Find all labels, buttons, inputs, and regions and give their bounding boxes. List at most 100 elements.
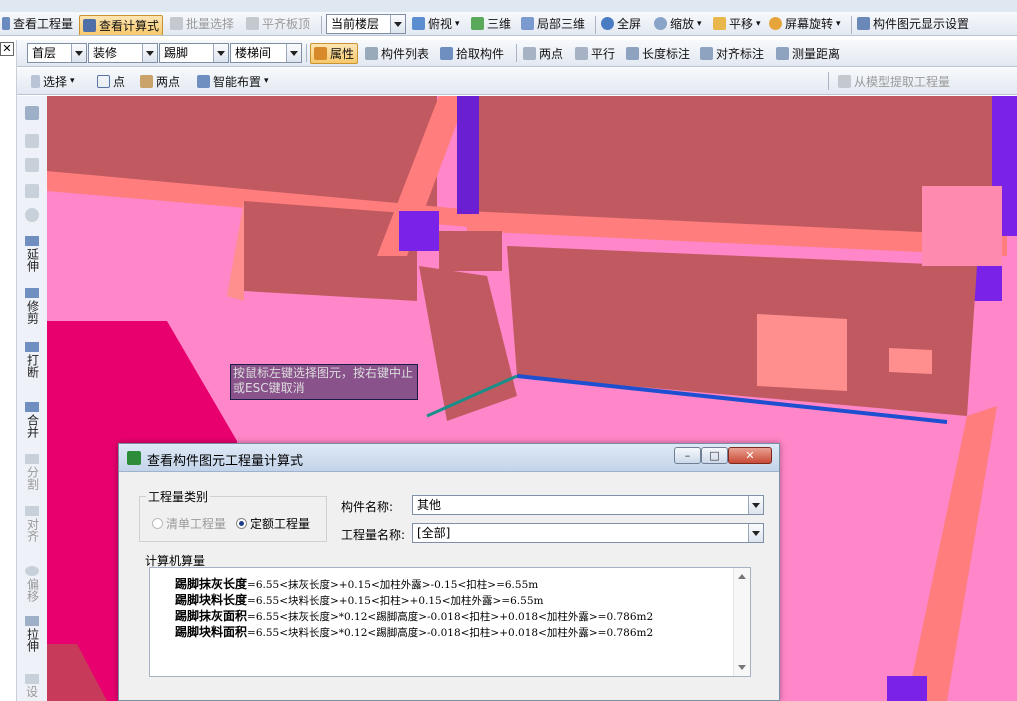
aligned-dim-icon [700,46,713,60]
trim-tool[interactable]: 修剪 [19,288,45,327]
chevron-down-icon: ▾ [455,18,460,29]
separator [828,72,829,90]
radio-bill-quantity[interactable]: 清单工程量 [152,515,226,532]
measure-distance-button[interactable]: 测量距离 [776,40,840,66]
component-name-select[interactable]: 其他 [412,495,764,515]
rotate-button[interactable]: 屏幕旋转 ▾ [769,12,841,35]
scroll-down-icon[interactable] [738,665,746,670]
select-button[interactable]: 选择 ▾ [31,68,75,94]
maximize-button[interactable]: □ [701,447,728,464]
dialog-titlebar[interactable]: 查看构件图元工程量计算式 – □ ✕ [119,444,779,472]
batch-select-icon [170,17,183,30]
merge-tool[interactable]: 合并 [19,402,45,441]
component-name-label: 构件名称: [341,500,394,514]
column-purple-top [457,96,479,214]
quantity-type-group: 工程量类别 清单工程量 定额工程量 [139,488,327,542]
measure-icon [776,46,789,60]
category-select[interactable]: 装修 [88,43,158,63]
vertical-scrollbar[interactable] [733,568,750,676]
quantity-icon [2,17,10,30]
parallel-icon [575,46,588,60]
length-dim-icon [626,46,639,60]
column-purple-mid [399,211,439,251]
status-tooltip: 按鼠标左键选择图元，按右键中止或ESC键取消 [230,364,418,400]
radio-quota-quantity[interactable]: 定额工程量 [236,515,310,532]
separator [306,44,307,62]
align-slab-icon [246,17,259,30]
local-3d-button[interactable]: 局部三维 [521,12,585,35]
radio-icon [152,518,163,529]
offset-tool[interactable]: 偏移 [19,566,45,605]
quantity-name-label: 工程量名称: [341,528,406,542]
quantity-type-label: 工程量类别 [146,488,211,505]
separator [851,16,852,34]
dialog-title: 查看构件图元工程量计算式 [147,454,304,469]
minimize-button[interactable]: – [674,447,701,464]
component-select[interactable]: 楼梯间 [230,43,302,63]
split-tool[interactable]: 分割 [19,454,45,493]
zoom-icon [654,17,667,30]
rotate-icon [769,17,782,30]
two-point-axis-button[interactable]: 两点 [523,40,563,66]
break-icon [25,342,39,352]
fullscreen-button[interactable]: 全屏 [601,12,641,35]
floor-dropdown[interactable]: 当前楼层 [326,14,406,34]
display-settings-button[interactable]: 构件图元显示设置 [857,12,969,35]
point-button[interactable]: 点 [97,68,125,94]
aligned-dimension-button[interactable]: 对齐标注 [700,40,764,66]
break-tool[interactable]: 打断 [19,342,45,381]
align-tool[interactable]: 对齐 [19,506,45,545]
properties-icon [314,47,327,60]
display-settings-icon [857,17,870,30]
quantity-name-select[interactable]: [全部] [412,523,764,543]
radio-selected-icon [236,518,247,529]
parallel-button[interactable]: 平行 [575,40,615,66]
pan-hand-icon [713,17,726,30]
align-slab-button[interactable]: 平齐板顶 [246,12,310,35]
brush-icon[interactable] [25,106,39,120]
two-point-button[interactable]: 两点 [140,68,180,94]
extend-icon [25,236,39,246]
room-corner-right [922,186,1002,266]
small-window [889,348,932,374]
floor-select[interactable]: 首层 [27,43,87,63]
chevron-down-icon: ▾ [70,76,75,86]
extract-quantity-button[interactable]: 从模型提取工程量 [838,68,950,94]
rotate-icon[interactable] [25,208,39,222]
chevron-down-icon: ▾ [756,18,761,29]
length-dimension-button[interactable]: 长度标注 [626,40,690,66]
chevron-down-icon: ▾ [697,18,702,29]
formula-line: 踢脚块料面积=6.55<块料长度>*0.12<踢脚高度>-0.018<扣柱>+0… [175,625,654,639]
pick-icon [440,46,453,60]
chevron-down-icon [748,496,763,514]
scroll-up-icon[interactable] [738,574,746,579]
close-button[interactable]: ✕ [728,447,772,464]
mirror-icon[interactable] [25,158,39,172]
draw-toolbar: 选择 ▾ 点 两点 智能布置 ▾ 从模型提取工程量 [0,68,1017,95]
move-icon[interactable] [25,184,39,198]
properties-button[interactable]: 属性 [310,43,359,64]
smart-layout-button[interactable]: 智能布置 ▾ [197,68,269,94]
minimize-icon: – [684,449,691,462]
pan-button[interactable]: 平移 ▾ [713,12,761,35]
view-formula-button[interactable]: 查看计算式 [79,15,164,35]
batch-select-button[interactable]: 批量选择 [170,12,234,35]
maximize-icon: □ [709,449,720,462]
component-list-button[interactable]: 构件列表 [365,40,429,66]
align-icon [25,506,39,516]
settings-tool[interactable]: 设 [19,674,45,699]
extend-tool[interactable]: 延伸 [19,236,45,275]
close-icon[interactable]: ✕ [0,42,14,56]
zoom-button[interactable]: 缩放 ▾ [654,12,702,35]
three-d-button[interactable]: 三维 [471,12,511,35]
chevron-down-icon [390,15,405,33]
pick-component-button[interactable]: 拾取构件 [440,40,504,66]
fullscreen-icon [601,17,614,30]
formula-textarea[interactable]: 踢脚抹灰长度=6.55<抹灰长度>+0.15<加柱外露>-0.15<扣柱>=6.… [149,567,751,677]
axis-icon [523,46,536,60]
top-view-button[interactable]: 俯视 ▾ [412,12,460,35]
copy-icon[interactable] [25,134,39,148]
view-quantity-button[interactable]: 查看工程量 [2,12,73,35]
type-select[interactable]: 踢脚 [159,43,229,63]
stretch-tool[interactable]: 拉伸 [19,616,45,655]
